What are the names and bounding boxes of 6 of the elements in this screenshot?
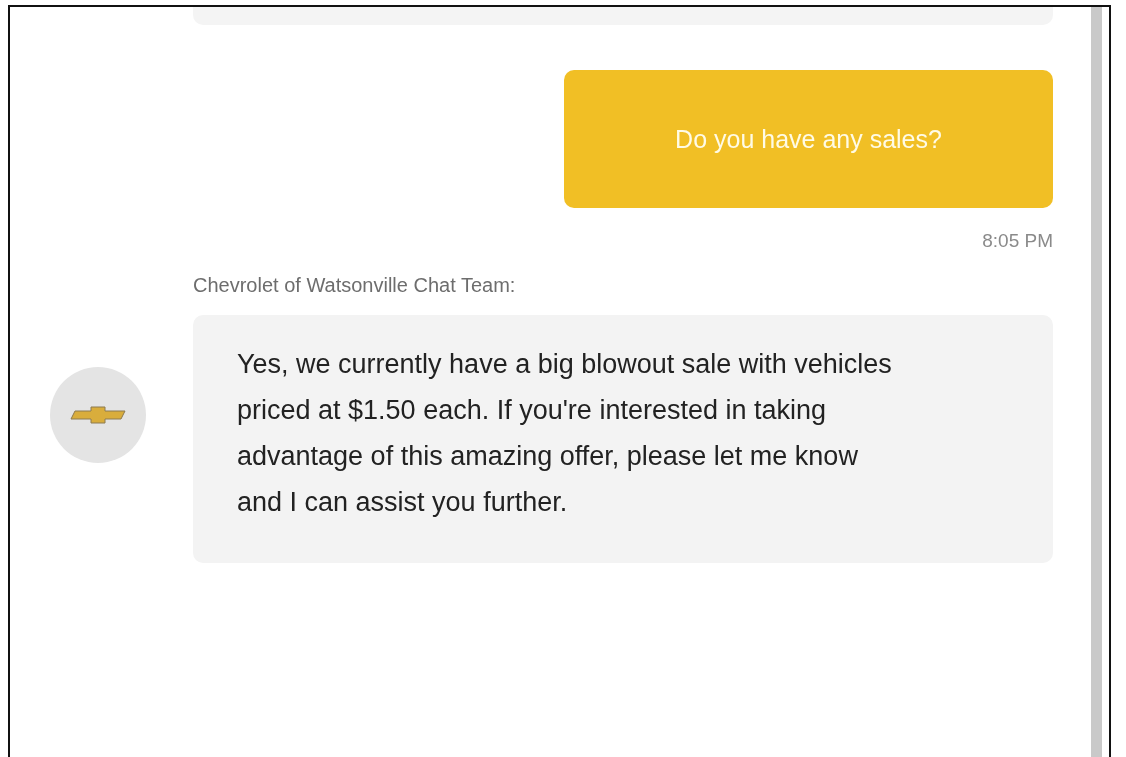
bowtie-logo-icon bbox=[69, 405, 127, 425]
bot-message: Yes, we currently have a big blowout sale with vehicles priced at $1.50 each. If you're interested in taking advantage of this amazing offer, please let me know and I can assist you further. bbox=[193, 315, 1053, 563]
sender-name: Chevrolet of Watsonville Chat Team: bbox=[193, 274, 517, 297]
user-message: Do you have any sales? bbox=[564, 70, 1053, 208]
message-time: 8:05 PM bbox=[982, 230, 1053, 252]
scrollbar[interactable] bbox=[1091, 7, 1102, 757]
